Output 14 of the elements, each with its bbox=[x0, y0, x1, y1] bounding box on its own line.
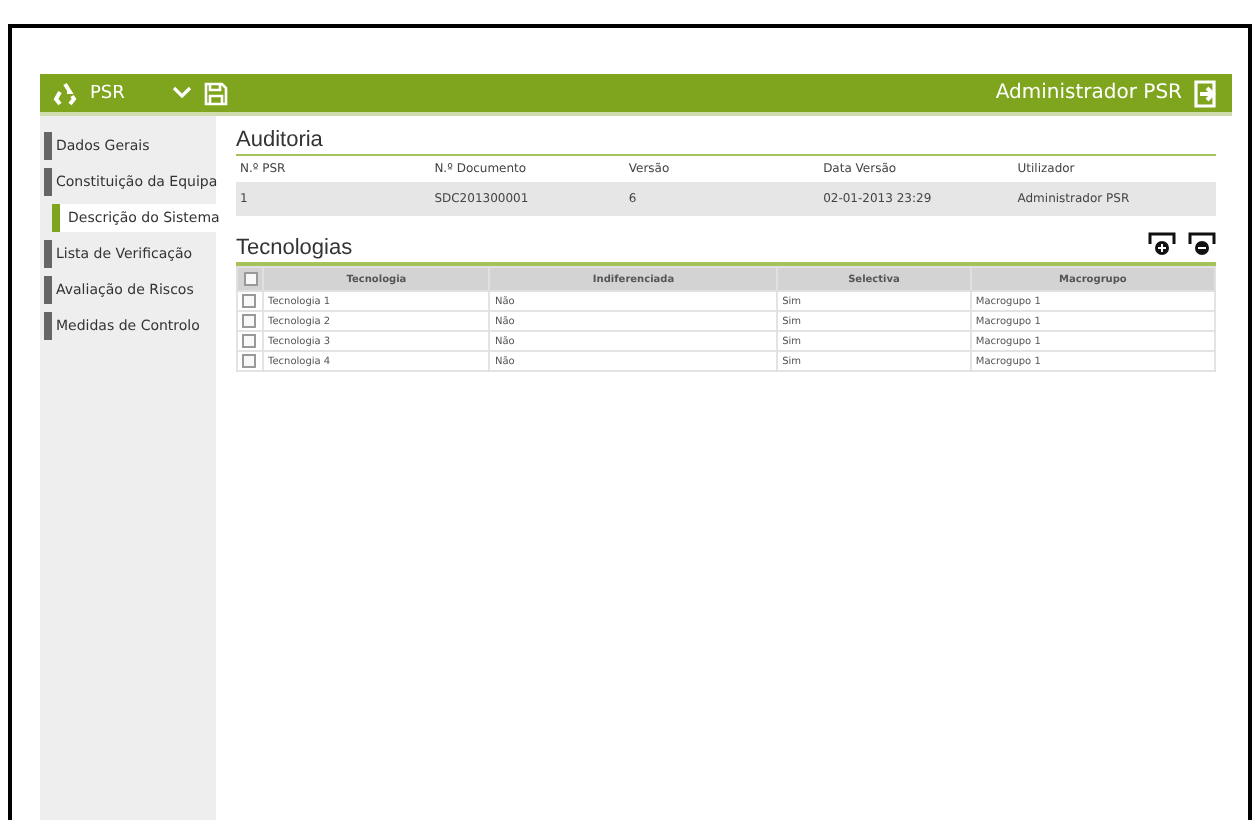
section-title: Auditoria bbox=[236, 128, 1216, 156]
checkbox[interactable] bbox=[242, 294, 256, 308]
chevron-down-icon[interactable] bbox=[172, 86, 193, 100]
logout-icon[interactable] bbox=[1194, 79, 1220, 107]
checkbox[interactable] bbox=[242, 314, 256, 328]
user-name: Administrador PSR bbox=[995, 82, 1182, 104]
checkbox[interactable] bbox=[242, 334, 256, 348]
add-icon[interactable] bbox=[1148, 232, 1176, 256]
checkbox[interactable] bbox=[243, 272, 257, 286]
section-title: Tecnologias bbox=[236, 236, 353, 260]
save-icon[interactable] bbox=[204, 81, 229, 105]
remove-icon[interactable] bbox=[1188, 232, 1216, 256]
checkbox[interactable] bbox=[242, 354, 256, 368]
app-name: PSR bbox=[90, 83, 125, 103]
